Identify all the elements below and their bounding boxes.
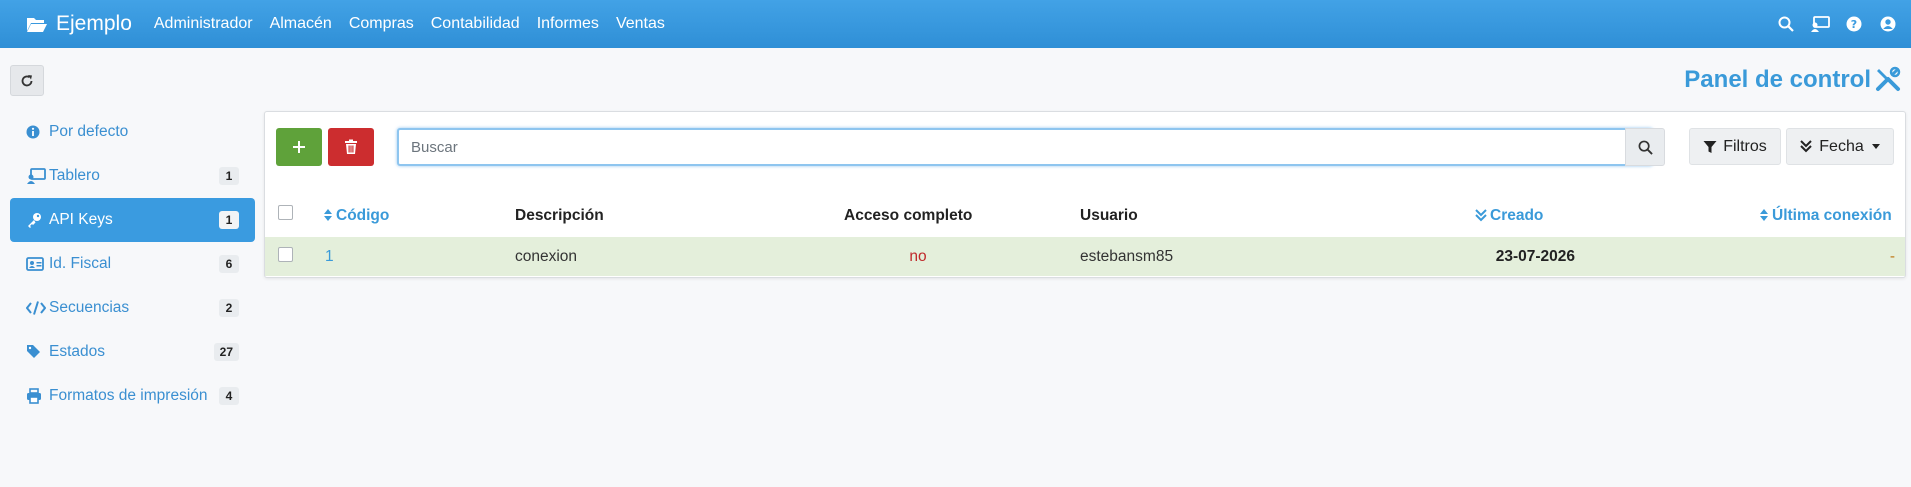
cell-usuario: estebansm85 xyxy=(1080,248,1174,265)
sidebar-item-label: Formatos de impresión xyxy=(49,387,208,404)
sort-dropdown[interactable]: Fecha xyxy=(1786,128,1894,165)
sidebar: Por defecto Tablero 1 API Keys 1 Id. Fis… xyxy=(10,110,255,418)
count-badge: 1 xyxy=(219,167,239,185)
search-icon[interactable] xyxy=(1775,13,1797,35)
count-badge: 27 xyxy=(213,343,239,361)
key-icon xyxy=(26,212,48,228)
column-usuario[interactable]: Usuario xyxy=(1080,206,1138,226)
filters-button[interactable]: Filtros xyxy=(1689,128,1781,165)
list-panel: Filtros Fecha Código Descripción Acceso … xyxy=(264,111,1906,278)
sidebar-item-tablero[interactable]: Tablero 1 xyxy=(10,154,255,198)
sidebar-item-estados[interactable]: Estados 27 xyxy=(10,330,255,374)
add-button[interactable] xyxy=(276,128,322,166)
help-icon[interactable]: ? xyxy=(1843,13,1865,35)
caret-down-icon xyxy=(1871,144,1880,149)
cell-descripcion: conexion xyxy=(515,248,578,265)
table-row[interactable]: 1 conexion no estebansm85 23-07-2026 - xyxy=(265,237,1905,276)
count-badge: 2 xyxy=(219,299,239,317)
column-descripcion[interactable]: Descripción xyxy=(515,206,604,226)
cell-ultima-conexion: - xyxy=(1889,248,1895,265)
sidebar-item-api-keys[interactable]: API Keys 1 xyxy=(10,198,255,242)
column-codigo[interactable]: Código xyxy=(323,206,389,226)
plus-icon xyxy=(293,141,305,153)
menu-compras[interactable]: Compras xyxy=(349,15,414,33)
page-title: Panel de control xyxy=(1684,66,1871,93)
sidebar-item-secuencias[interactable]: Secuencias 2 xyxy=(10,286,255,330)
cell-creado: 23-07-2026 xyxy=(1495,248,1575,265)
filters-label: Filtros xyxy=(1723,137,1767,155)
id-card-icon xyxy=(26,257,48,271)
brand-link[interactable]: Ejemplo xyxy=(26,12,132,36)
tags-icon xyxy=(26,344,48,360)
double-chevron-down-icon xyxy=(1800,140,1812,153)
search-icon xyxy=(1638,140,1653,155)
sort-icon xyxy=(1760,209,1768,221)
column-acceso-completo[interactable]: Acceso completo xyxy=(844,206,972,226)
user-account-icon[interactable] xyxy=(1877,13,1899,35)
filter-icon xyxy=(1703,140,1717,153)
cell-acceso-completo: no xyxy=(909,248,927,265)
code-icon xyxy=(26,301,48,315)
sidebar-item-label: Estados xyxy=(49,343,106,360)
brand-name: Ejemplo xyxy=(56,12,132,35)
main-menu: Administrador Almacén Compras Contabilid… xyxy=(154,15,682,33)
info-icon xyxy=(26,125,48,139)
menu-almacen[interactable]: Almacén xyxy=(270,15,332,33)
sidebar-item-label: API Keys xyxy=(49,211,113,228)
reload-button[interactable] xyxy=(10,65,44,96)
trash-icon xyxy=(345,139,357,154)
count-badge: 6 xyxy=(219,255,239,273)
column-ultima-conexion[interactable]: Última conexión xyxy=(1759,206,1892,226)
select-all-checkbox[interactable] xyxy=(278,205,293,220)
sort-label: Fecha xyxy=(1819,137,1864,155)
sidebar-item-label: Id. Fiscal xyxy=(49,255,112,272)
column-label: Creado xyxy=(1490,207,1544,224)
menu-informes[interactable]: Informes xyxy=(537,15,599,33)
search-input[interactable] xyxy=(397,128,1653,166)
sidebar-item-label: Secuencias xyxy=(49,299,130,316)
top-navbar: Ejemplo Administrador Almacén Compras Co… xyxy=(0,0,1911,48)
delete-button[interactable] xyxy=(328,128,374,166)
column-label: Código xyxy=(336,207,390,224)
dashboard-icon xyxy=(26,168,48,184)
cell-codigo[interactable]: 1 xyxy=(325,247,334,267)
count-badge: 4 xyxy=(219,387,239,405)
search-button[interactable] xyxy=(1625,128,1665,166)
table-header: Código Descripción Acceso completo Usuar… xyxy=(265,192,1905,238)
sidebar-item-id-fiscal[interactable]: Id. Fiscal 6 xyxy=(10,242,255,286)
print-icon xyxy=(26,388,48,404)
menu-contabilidad[interactable]: Contabilidad xyxy=(431,15,520,33)
column-creado[interactable]: Creado xyxy=(1475,206,1543,226)
double-chevron-down-icon xyxy=(1475,209,1487,222)
tools-icon xyxy=(1875,66,1901,97)
sidebar-item-label: Por defecto xyxy=(49,123,129,140)
refresh-icon xyxy=(21,74,33,86)
top-icons: ? xyxy=(1763,0,1899,48)
menu-ventas[interactable]: Ventas xyxy=(616,15,665,33)
sort-icon xyxy=(324,209,332,221)
column-label: Última conexión xyxy=(1772,207,1892,224)
monitor-user-icon[interactable] xyxy=(1809,13,1831,35)
sidebar-item-formatos-impresion[interactable]: Formatos de impresión 4 xyxy=(10,374,255,418)
sidebar-item-label: Tablero xyxy=(49,167,100,184)
count-badge: 1 xyxy=(219,211,239,229)
menu-administrador[interactable]: Administrador xyxy=(154,15,253,33)
folder-open-icon xyxy=(27,18,47,32)
svg-text:?: ? xyxy=(1851,18,1857,31)
row-checkbox[interactable] xyxy=(278,247,293,262)
sidebar-item-por-defecto[interactable]: Por defecto xyxy=(10,110,255,154)
